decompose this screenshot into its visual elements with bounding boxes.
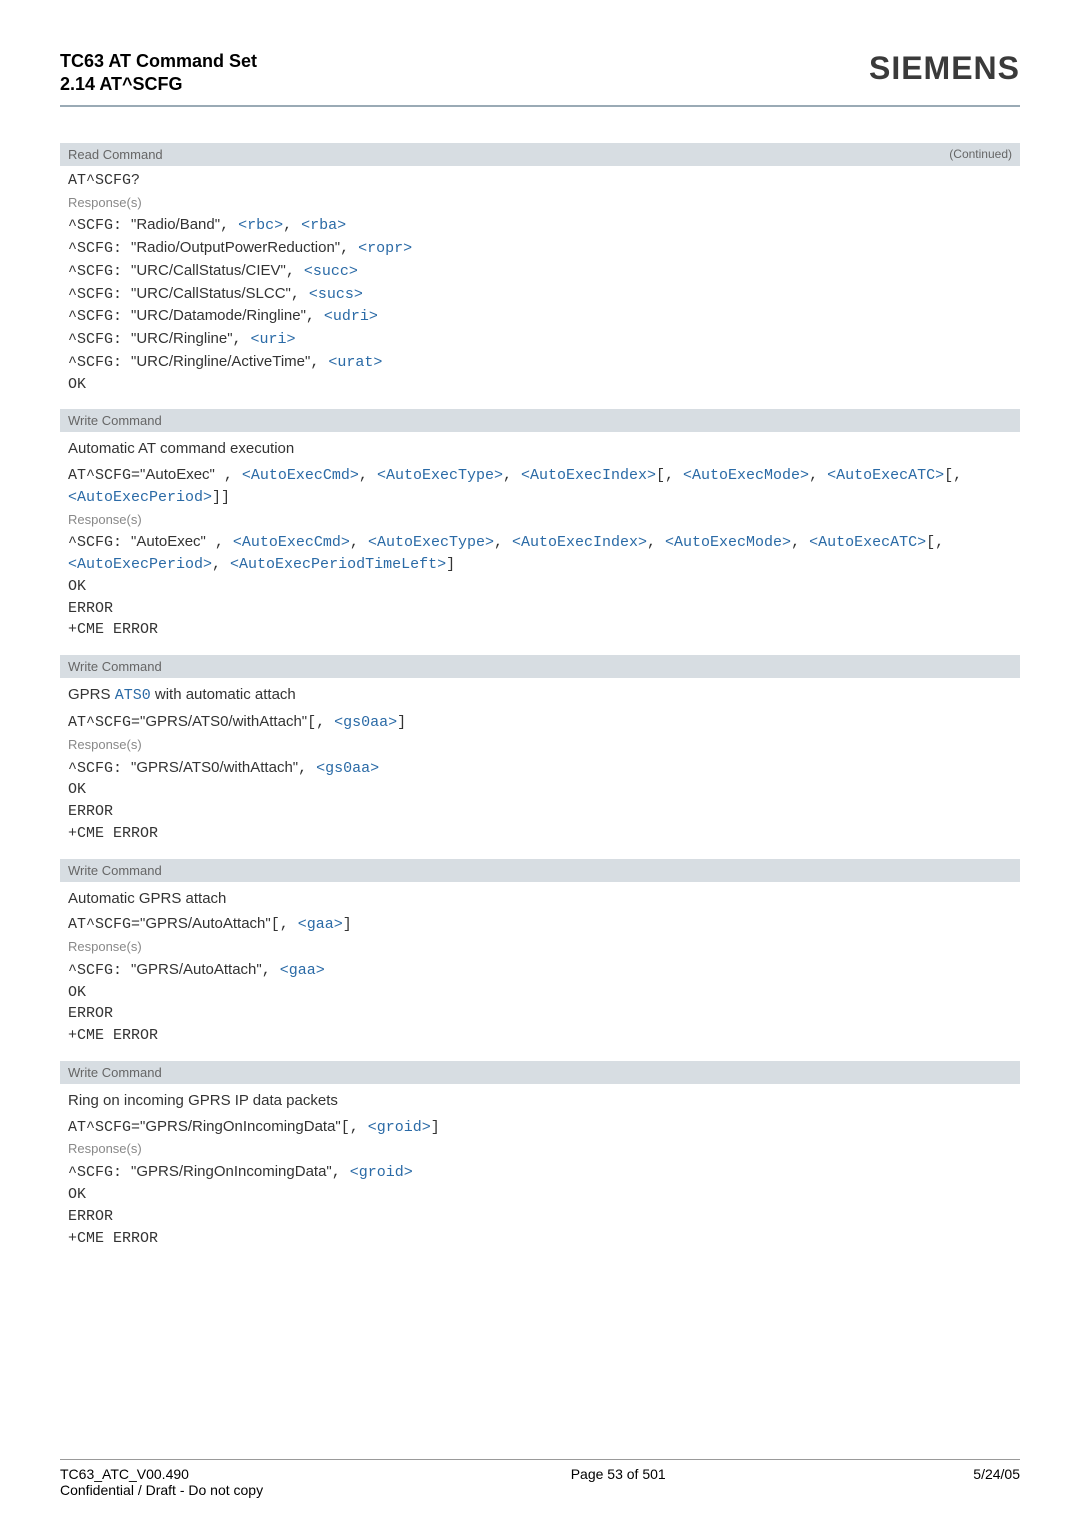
status-line: +CME ERROR	[68, 1228, 1012, 1250]
response-line: ^SCFG: "GPRS/AutoAttach", <gaa>	[68, 959, 1012, 982]
param-token: <AutoExecIndex>	[521, 467, 656, 484]
param-token: <gs0aa>	[334, 714, 397, 731]
response-label: Response(s)	[68, 736, 1012, 755]
status-line: OK	[68, 982, 1012, 1004]
write-command-label: Write Command	[68, 1065, 162, 1080]
status-line: ERROR	[68, 801, 1012, 823]
param-token: <AutoExecMode>	[683, 467, 809, 484]
response-label: Response(s)	[68, 1140, 1012, 1159]
header-title: TC63 AT Command Set 2.14 AT^SCFG	[60, 50, 257, 97]
response-line: ^SCFG: "GPRS/RingOnIncomingData", <groid…	[68, 1161, 1012, 1184]
read-command-bar: Read Command (Continued)	[60, 143, 1020, 166]
continued-label: (Continued)	[949, 147, 1012, 161]
param-token: <gaa>	[280, 962, 325, 979]
status-line: ERROR	[68, 598, 1012, 620]
param-token: <AutoExecPeriod>	[68, 556, 212, 573]
write-command-block: Ring on incoming GPRS IP data packets AT^…	[60, 1084, 1020, 1259]
response-line: ^SCFG: "GPRS/ATS0/withAttach", <gs0aa>	[68, 757, 1012, 780]
write-command-label: Write Command	[68, 863, 162, 878]
footer-left: TC63_ATC_V00.490 Confidential / Draft - …	[60, 1466, 263, 1498]
status-line: OK	[68, 576, 1012, 598]
param-token: <groid>	[350, 1164, 413, 1181]
param-token: <AutoExecCmd>	[242, 467, 359, 484]
param-token: <AutoExecType>	[368, 534, 494, 551]
read-cmd: AT^SCFG?	[68, 170, 1012, 192]
param-token: <AutoExecType>	[377, 467, 503, 484]
param-token: <AutoExecPeriod>	[68, 489, 212, 506]
header-divider	[60, 105, 1020, 107]
param-token: <groid>	[368, 1119, 431, 1136]
param-token: <udri>	[324, 308, 378, 325]
response-line: ^SCFG: "URC/CallStatus/SLCC", <sucs>	[68, 283, 1012, 306]
title-line1: TC63 AT Command Set	[60, 50, 257, 73]
param-token: <AutoExecCmd>	[233, 534, 350, 551]
status-line: OK	[68, 1184, 1012, 1206]
write-command-bar: Write Command	[60, 409, 1020, 432]
response-line: ^SCFG: "URC/Datamode/Ringline", <udri>	[68, 305, 1012, 328]
write-command-block: Automatic AT command execution AT^SCFG="A…	[60, 432, 1020, 651]
page-header: TC63 AT Command Set 2.14 AT^SCFG SIEMENS	[60, 50, 1020, 97]
page-footer: TC63_ATC_V00.490 Confidential / Draft - …	[60, 1459, 1020, 1498]
title-line2: 2.14 AT^SCFG	[60, 73, 257, 96]
read-command-block: AT^SCFG? Response(s) ^SCFG: "Radio/Band"…	[60, 166, 1020, 406]
status-ok: OK	[68, 374, 1012, 396]
response-label: Response(s)	[68, 938, 1012, 957]
brand-logo: SIEMENS	[869, 50, 1020, 87]
write-command-label: Write Command	[68, 659, 162, 674]
read-command-label: Read Command	[68, 147, 163, 162]
param-token: <AutoExecATC>	[809, 534, 926, 551]
footer-center: Page 53 of 501	[571, 1466, 666, 1498]
status-line: +CME ERROR	[68, 1025, 1012, 1047]
param-token: <AutoExecPeriodTimeLeft>	[230, 556, 446, 573]
write-command-bar: Write Command	[60, 655, 1020, 678]
write-subtitle: GPRS ATS0 with automatic attach	[68, 684, 1012, 707]
param-token: <gs0aa>	[316, 760, 379, 777]
response-line: ^SCFG: "URC/CallStatus/CIEV", <succ>	[68, 260, 1012, 283]
write-command-block: Automatic GPRS attach AT^SCFG="GPRS/AutoA…	[60, 882, 1020, 1057]
param-token: <gaa>	[298, 916, 343, 933]
status-line: OK	[68, 779, 1012, 801]
response-label: Response(s)	[68, 194, 1012, 213]
status-line: ERROR	[68, 1003, 1012, 1025]
ats0-link[interactable]: ATS0	[115, 687, 151, 704]
status-line: +CME ERROR	[68, 619, 1012, 641]
param-token: <uri>	[251, 331, 296, 348]
status-line: +CME ERROR	[68, 823, 1012, 845]
write-subtitle: Automatic AT command execution	[68, 438, 1012, 460]
write-cmd: AT^SCFG="AutoExec" , <AutoExecCmd>, <Aut…	[68, 464, 1012, 509]
write-command-label: Write Command	[68, 413, 162, 428]
param-token: <AutoExecMode>	[665, 534, 791, 551]
response-line: ^SCFG: "URC/Ringline", <uri>	[68, 328, 1012, 351]
write-cmd: AT^SCFG="GPRS/ATS0/withAttach"[, <gs0aa>…	[68, 711, 1012, 734]
write-subtitle: Automatic GPRS attach	[68, 888, 1012, 910]
write-cmd: AT^SCFG="GPRS/AutoAttach"[, <gaa>]	[68, 913, 1012, 936]
param-token: <AutoExecIndex>	[512, 534, 647, 551]
param-token: <AutoExecATC>	[827, 467, 944, 484]
response-line: ^SCFG: "URC/Ringline/ActiveTime", <urat>	[68, 351, 1012, 374]
param-token: <urat>	[328, 354, 382, 371]
response-label: Response(s)	[68, 511, 1012, 530]
response-line: ^SCFG: "Radio/Band", <rbc>, <rba>	[68, 214, 1012, 237]
param-token: <succ>	[304, 263, 358, 280]
write-command-bar: Write Command	[60, 859, 1020, 882]
footer-right: 5/24/05	[973, 1466, 1020, 1498]
response-line: ^SCFG: "Radio/OutputPowerReduction", <ro…	[68, 237, 1012, 260]
write-command-block: GPRS ATS0 with automatic attach AT^SCFG="…	[60, 678, 1020, 854]
response-line: ^SCFG: "AutoExec" , <AutoExecCmd>, <Auto…	[68, 531, 1012, 576]
write-subtitle: Ring on incoming GPRS IP data packets	[68, 1090, 1012, 1112]
write-command-bar: Write Command	[60, 1061, 1020, 1084]
param-token: <ropr>	[358, 240, 412, 257]
status-line: ERROR	[68, 1206, 1012, 1228]
param-token: <rbc>	[238, 217, 283, 234]
param-token: <rba>	[301, 217, 346, 234]
write-cmd: AT^SCFG="GPRS/RingOnIncomingData"[, <gro…	[68, 1116, 1012, 1139]
param-token: <sucs>	[309, 286, 363, 303]
